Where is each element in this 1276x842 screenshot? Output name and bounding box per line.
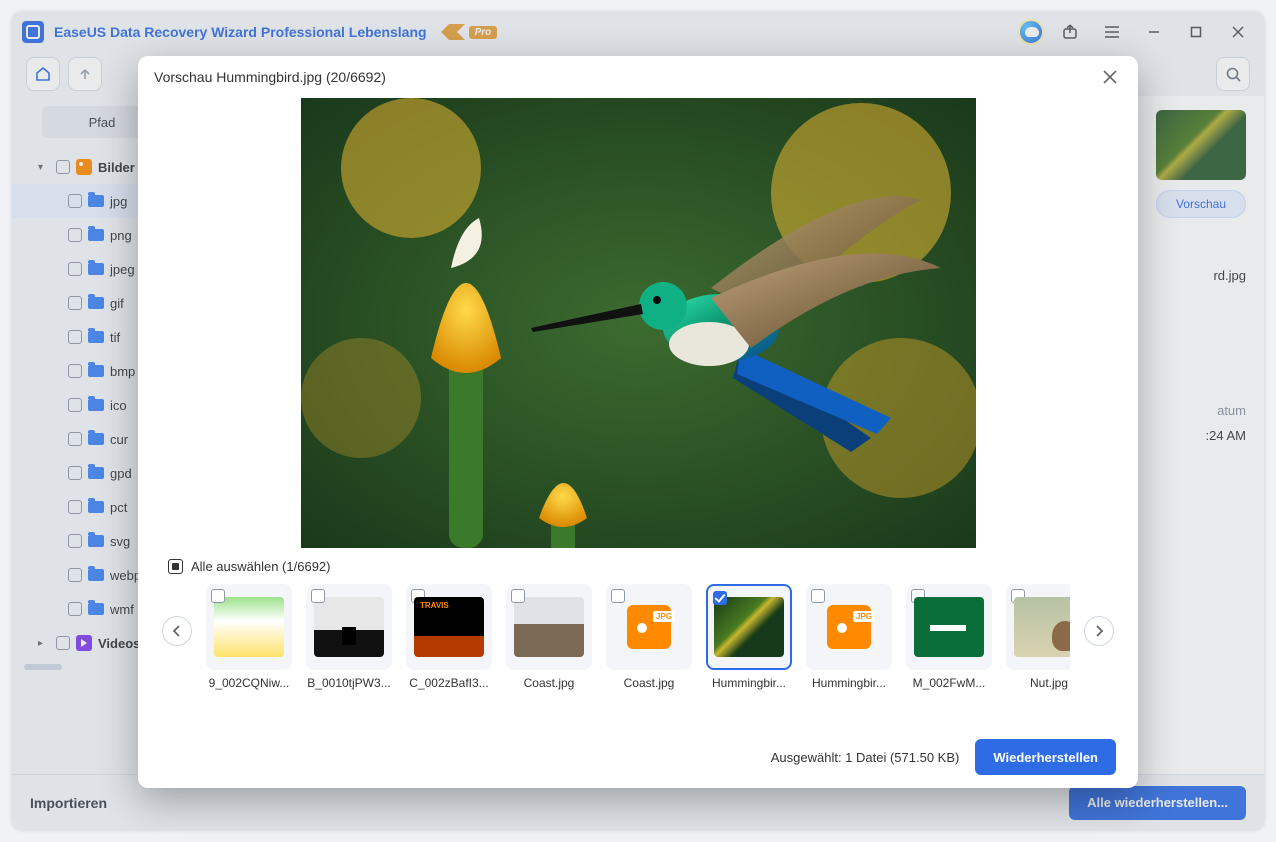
next-thumb-button[interactable] xyxy=(1084,616,1114,646)
modal-title: Vorschau Hummingbird.jpg (20/6692) xyxy=(154,69,386,85)
thumbnail-image xyxy=(1014,597,1070,657)
thumbnail-item[interactable]: Nut.jpg xyxy=(1006,584,1070,690)
thumbnail-caption: C_002zBafI3... xyxy=(409,676,488,690)
thumbnail-item[interactable]: Hummingbir... xyxy=(806,584,892,690)
thumbnail-item[interactable]: 9_002CQNiw... xyxy=(206,584,292,690)
thumbnail-caption: Coast.jpg xyxy=(524,676,575,690)
thumbnail-checkbox[interactable] xyxy=(611,589,625,603)
thumbnail-image xyxy=(314,597,384,657)
thumbnail-item[interactable]: Coast.jpg xyxy=(606,584,692,690)
thumbnail-item[interactable]: Coast.jpg xyxy=(506,584,592,690)
select-all-label: Alle auswählen (1/6692) xyxy=(191,559,330,574)
recover-button[interactable]: Wiederherstellen xyxy=(975,739,1116,775)
thumbnail-checkbox[interactable] xyxy=(311,589,325,603)
thumbnail-image xyxy=(414,597,484,657)
jpg-file-icon xyxy=(827,605,871,649)
thumbnail-caption: Hummingbir... xyxy=(712,676,786,690)
thumbnail-caption: Hummingbir... xyxy=(812,676,886,690)
thumbnail-caption: M_002FwM... xyxy=(913,676,986,690)
thumbnail-caption: 9_002CQNiw... xyxy=(209,676,290,690)
close-icon[interactable] xyxy=(1098,65,1122,89)
thumbnail-image xyxy=(214,597,284,657)
jpg-file-icon xyxy=(627,605,671,649)
thumbnail-item[interactable]: B_0010tjPW3... xyxy=(306,584,392,690)
thumbnail-image xyxy=(714,597,784,657)
thumbnail-item[interactable]: Hummingbir... xyxy=(706,584,792,690)
thumbnail-item[interactable]: C_002zBafI3... xyxy=(406,584,492,690)
thumbnail-checkbox[interactable] xyxy=(811,589,825,603)
preview-modal: Vorschau Hummingbird.jpg (20/6692) xyxy=(138,56,1138,788)
thumbnail-caption: Coast.jpg xyxy=(624,676,675,690)
thumbnail-caption: B_0010tjPW3... xyxy=(307,676,390,690)
preview-image xyxy=(301,98,976,548)
thumbnail-item[interactable]: M_002FwM... xyxy=(906,584,992,690)
thumbnail-checkbox[interactable] xyxy=(713,591,727,605)
thumbnail-checkbox[interactable] xyxy=(211,589,225,603)
select-all-checkbox[interactable] xyxy=(168,559,183,574)
thumbnail-caption: Nut.jpg xyxy=(1030,676,1068,690)
selected-summary: Ausgewählt: 1 Datei (571.50 KB) xyxy=(771,750,960,765)
thumbnail-image xyxy=(914,597,984,657)
prev-thumb-button[interactable] xyxy=(162,616,192,646)
thumbnail-checkbox[interactable] xyxy=(511,589,525,603)
thumbnail-image xyxy=(514,597,584,657)
